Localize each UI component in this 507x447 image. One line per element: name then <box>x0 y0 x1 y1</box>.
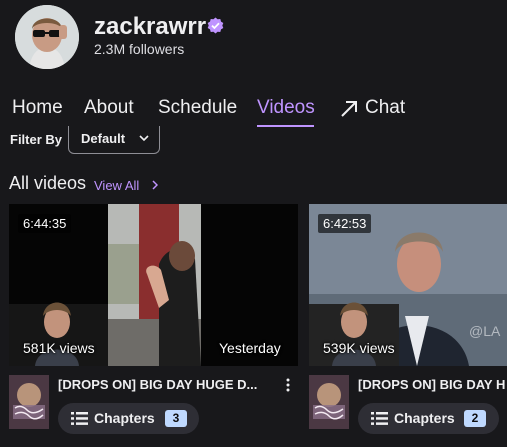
filter-selected-value: Default <box>81 131 126 146</box>
video-date: Yesterday <box>219 340 281 356</box>
video-duration: 6:42:53 <box>318 214 372 233</box>
game-boxart[interactable] <box>309 375 349 429</box>
more-options-icon[interactable] <box>283 377 293 393</box>
chapters-list-icon <box>371 412 388 425</box>
chapters-button[interactable]: Chapters 2 <box>358 403 499 434</box>
tab-about[interactable]: About <box>84 97 134 119</box>
svg-text:@LA: @LA <box>469 323 501 339</box>
section-title: All videos <box>9 173 87 193</box>
chapters-count-badge: 3 <box>165 410 187 427</box>
tab-videos[interactable]: Videos <box>257 97 315 119</box>
chevron-right-icon[interactable] <box>152 180 158 190</box>
video-duration: 6:44:35 <box>18 214 72 233</box>
game-boxart-image <box>9 375 49 429</box>
game-boxart-image <box>309 375 349 429</box>
view-all-link[interactable]: View All <box>94 178 139 193</box>
channel-name[interactable]: zackrawrr <box>94 13 206 41</box>
chevron-down-icon <box>139 135 149 142</box>
video-title[interactable]: [DROPS ON] BIG DAY HUGE D... <box>58 377 272 392</box>
filter-dropdown[interactable]: Default <box>68 126 160 154</box>
tab-schedule[interactable]: Schedule <box>158 97 237 119</box>
video-thumbnail[interactable]: @LA 6:42:53 539K views <box>309 204 507 366</box>
tab-chat[interactable]: Chat <box>365 97 405 119</box>
video-thumbnail[interactable]: 6:44:35 581K views Yesterday <box>9 204 298 366</box>
tab-home[interactable]: Home <box>12 97 63 119</box>
chapters-label: Chapters <box>94 410 155 426</box>
avatar-image <box>15 5 79 69</box>
video-views: 581K views <box>23 340 95 356</box>
verified-badge-icon <box>207 17 224 34</box>
chapters-label: Chapters <box>394 410 455 426</box>
channel-avatar[interactable] <box>15 5 79 69</box>
arrow-up-right-icon[interactable] <box>339 99 359 119</box>
chapters-button[interactable]: Chapters 3 <box>58 403 199 434</box>
filter-label: Filter By <box>10 132 63 147</box>
followers-count: 2.3M followers <box>94 41 185 57</box>
game-boxart[interactable] <box>9 375 49 429</box>
chapters-count-badge: 2 <box>464 410 486 427</box>
video-title[interactable]: [DROPS ON] BIG DAY H <box>358 377 507 392</box>
video-views: 539K views <box>323 340 395 356</box>
chapters-list-icon <box>71 412 88 425</box>
active-tab-indicator <box>257 125 314 127</box>
